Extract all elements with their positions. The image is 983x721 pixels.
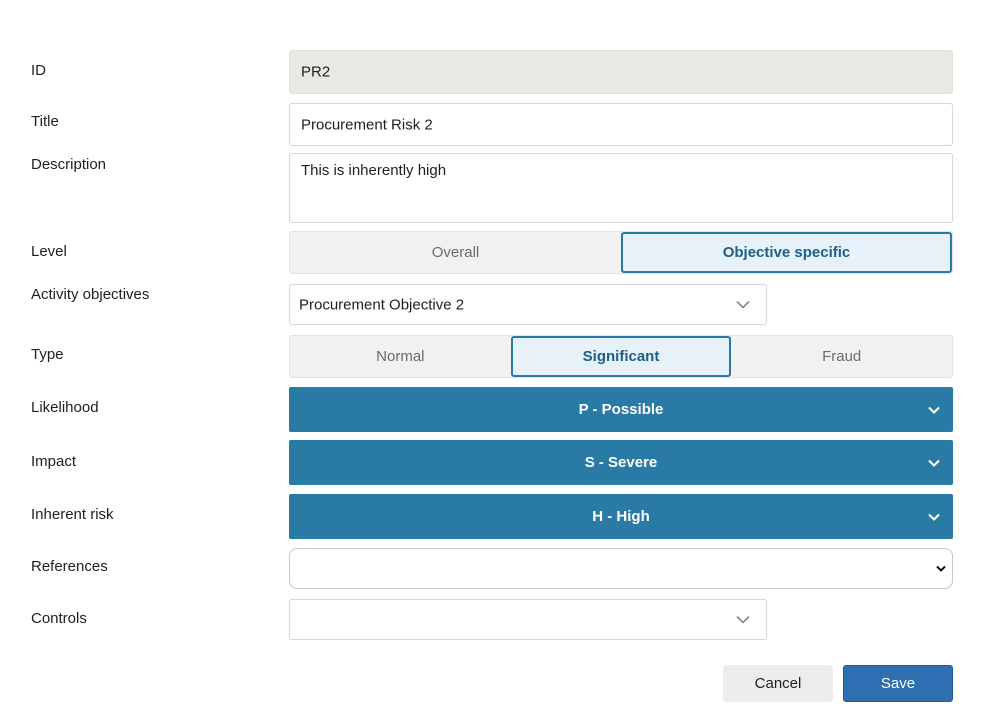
activity-objectives-label: Activity objectives	[31, 286, 150, 303]
inherent-risk-value: H - High	[592, 508, 650, 525]
description-value: This is inherently high	[301, 162, 447, 179]
title-label: Title	[31, 113, 59, 130]
inherent-risk-dropdown[interactable]: H - High	[289, 494, 953, 539]
inherent-risk-label: Inherent risk	[31, 506, 114, 523]
controls-label: Controls	[31, 610, 87, 627]
chevron-down-icon	[736, 615, 750, 624]
activity-objectives-value: Procurement Objective 2	[299, 296, 465, 313]
likelihood-label: Likelihood	[31, 399, 99, 416]
type-label: Type	[31, 346, 64, 363]
type-option-significant[interactable]: Significant	[510, 336, 732, 377]
id-label: ID	[31, 62, 46, 79]
level-option-overall[interactable]: Overall	[290, 232, 621, 273]
references-select[interactable]	[289, 548, 953, 589]
id-value: PR2	[301, 63, 331, 81]
chevron-down-icon	[736, 300, 750, 309]
id-field: PR2	[289, 50, 953, 94]
save-button[interactable]: Save	[843, 665, 953, 702]
type-toggle: Normal Significant Fraud	[289, 335, 953, 378]
references-label: References	[31, 558, 108, 575]
description-textarea[interactable]: This is inherently high	[289, 153, 953, 223]
level-toggle: Overall Objective specific	[289, 231, 953, 274]
description-label: Description	[31, 156, 107, 173]
level-label: Level	[31, 243, 67, 260]
title-input[interactable]: Procurement Risk 2	[289, 103, 953, 146]
chevron-down-icon	[928, 406, 940, 414]
type-option-fraud[interactable]: Fraud	[731, 336, 952, 377]
title-value: Procurement Risk 2	[301, 116, 433, 133]
chevron-down-icon	[928, 513, 940, 521]
likelihood-dropdown[interactable]: P - Possible	[289, 387, 953, 432]
impact-label: Impact	[31, 453, 77, 470]
impact-dropdown[interactable]: S - Severe	[289, 440, 953, 485]
activity-objectives-select[interactable]: Procurement Objective 2	[289, 284, 767, 325]
controls-select[interactable]	[289, 599, 767, 640]
likelihood-value: P - Possible	[578, 401, 664, 418]
chevron-down-icon	[936, 565, 946, 572]
type-option-normal[interactable]: Normal	[290, 336, 511, 377]
cancel-button[interactable]: Cancel	[723, 665, 833, 702]
chevron-down-icon	[928, 459, 940, 467]
impact-value: S - Severe	[584, 454, 658, 471]
level-option-objective-specific[interactable]: Objective specific	[621, 232, 952, 273]
